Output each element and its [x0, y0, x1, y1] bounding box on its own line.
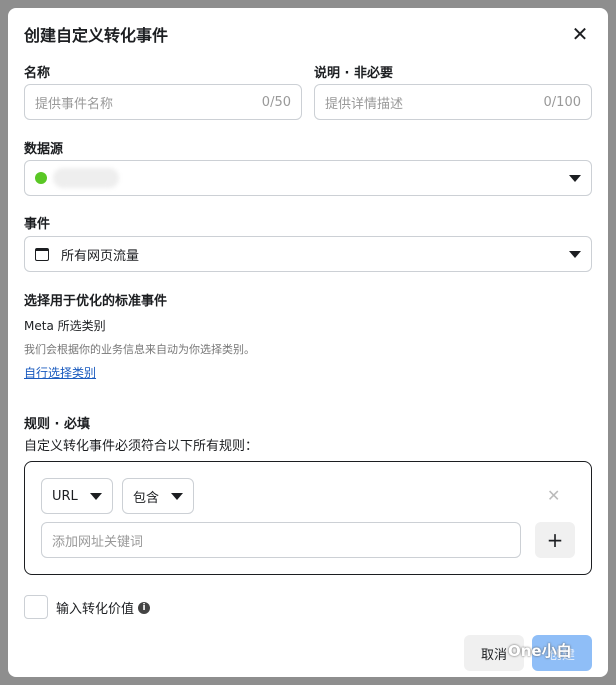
chevron-down-icon: [569, 250, 581, 258]
create-button[interactable]: 创建: [532, 635, 592, 671]
event-label: 事件: [24, 217, 51, 232]
rule-box: URL 包含 ✕ 添加网址关键词 +: [24, 461, 592, 575]
event-select[interactable]: 所有网页流量: [24, 236, 592, 272]
data-source-label: 数据源: [24, 142, 64, 157]
create-custom-conversion-dialog: 创建自定义转化事件 ✕ 名称 提供事件名称 0/50 说明 · 非必要 提供详情…: [8, 8, 608, 677]
name-label: 名称: [24, 66, 51, 81]
plus-icon: +: [546, 528, 564, 552]
data-source-select[interactable]: [24, 160, 592, 196]
rule-operator-dropdown[interactable]: 包含: [122, 478, 195, 514]
info-icon[interactable]: i: [138, 601, 151, 614]
add-keyword-button[interactable]: +: [535, 522, 575, 558]
name-input[interactable]: 提供事件名称 0/50: [24, 84, 302, 120]
rule-operator-value: 包含: [133, 490, 160, 506]
cancel-button[interactable]: 取消: [464, 635, 524, 671]
conversion-value-label: 输入转化价值: [56, 602, 135, 617]
keyword-input[interactable]: 添加网址关键词: [41, 522, 521, 558]
conversion-value-row: 输入转化价值 i: [56, 598, 151, 617]
browser-window-icon: [35, 247, 49, 261]
chevron-down-icon: [89, 492, 102, 500]
name-counter: 0/50: [261, 94, 291, 110]
blurred-source-name: [53, 168, 119, 188]
description-placeholder: 提供详情描述: [325, 96, 404, 112]
dialog-title: 创建自定义转化事件: [24, 26, 169, 45]
rule-field-dropdown[interactable]: URL: [41, 478, 113, 514]
chevron-down-icon: [171, 492, 184, 500]
meta-category-hint: 我们会根据你的业务信息来自动为你选择类别。: [24, 343, 255, 356]
rules-hint: 自定义转化事件必须符合以下所有规则：: [24, 439, 259, 454]
description-label: 说明 · 非必要: [314, 66, 393, 81]
description-input[interactable]: 提供详情描述 0/100: [314, 84, 592, 120]
standard-event-label: 选择用于优化的标准事件: [24, 294, 168, 309]
status-dot-icon: [35, 172, 47, 184]
remove-rule-icon[interactable]: ✕: [547, 486, 560, 505]
event-value: 所有网页流量: [61, 248, 140, 264]
name-placeholder: 提供事件名称: [35, 96, 114, 112]
description-counter: 0/100: [543, 94, 581, 110]
close-icon[interactable]: ✕: [570, 24, 590, 44]
chevron-down-icon: [569, 174, 581, 182]
rule-field-value: URL: [52, 488, 78, 504]
meta-category: Meta 所选类别: [24, 319, 106, 333]
choose-category-link[interactable]: 自行选择类别: [24, 364, 96, 381]
conversion-value-checkbox[interactable]: [24, 595, 48, 619]
rules-label: 规则 · 必填: [24, 417, 90, 432]
keyword-placeholder: 添加网址关键词: [52, 534, 144, 550]
